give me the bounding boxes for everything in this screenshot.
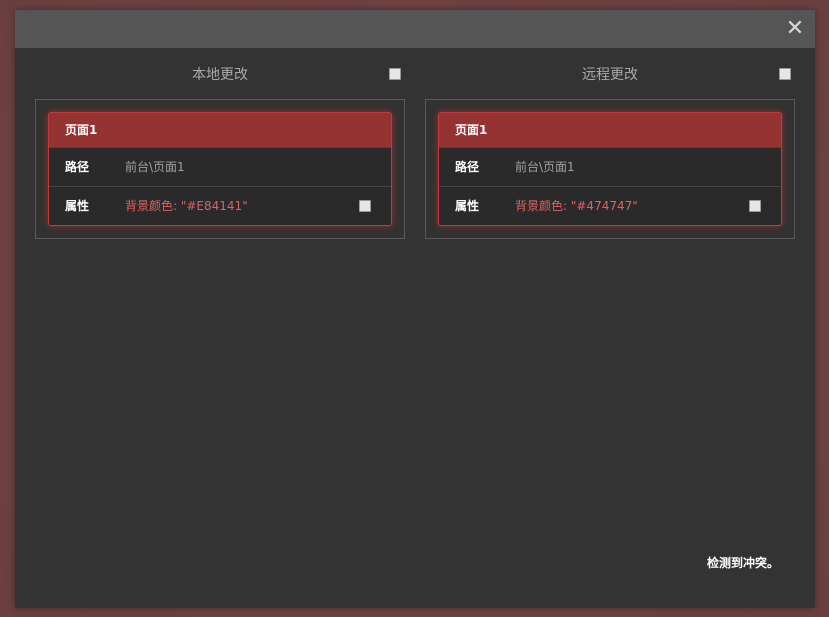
local-property-value: 背景颜色: "#E84141" [125,199,248,213]
local-card-title: 页面1 [49,113,391,147]
remote-change-card: 页面1 路径 前台\页面1 属性 背景颜色: "#474747" [438,112,782,226]
local-change-card: 页面1 路径 前台\页面1 属性 背景颜色: "#E84141" [48,112,392,226]
dialog-titlebar: ✕ [15,10,815,48]
local-select-all-checkbox[interactable] [389,68,401,80]
remote-changes-title: 远程更改 [582,67,638,83]
remote-path-value: 前台\页面1 [515,160,575,174]
remote-property-label: 属性 [455,199,480,213]
remote-property-checkbox[interactable] [749,200,761,212]
conflict-dialog: ✕ 本地更改 页面1 路径 前台\页面1 属性 背景颜色: "#E84141" … [15,10,815,608]
local-changes-header: 本地更改 [35,65,405,85]
local-property-row: 属性 背景颜色: "#E84141" [49,186,391,225]
local-path-value: 前台\页面1 [125,160,185,174]
local-property-label: 属性 [65,199,90,213]
close-icon[interactable]: ✕ [781,15,809,43]
conflict-status-text: 检测到冲突。 [706,556,779,570]
remote-select-all-checkbox[interactable] [779,68,791,80]
remote-changes-panel: 页面1 路径 前台\页面1 属性 背景颜色: "#474747" [425,99,795,239]
local-property-checkbox[interactable] [359,200,371,212]
remote-path-row: 路径 前台\页面1 [439,147,781,186]
remote-property-value: 背景颜色: "#474747" [515,199,638,213]
local-path-row: 路径 前台\页面1 [49,147,391,186]
remote-path-label: 路径 [455,160,480,174]
remote-changes-header: 远程更改 [425,65,795,85]
local-path-label: 路径 [65,160,90,174]
remote-card-title: 页面1 [439,113,781,147]
local-changes-title: 本地更改 [192,67,248,83]
local-changes-panel: 页面1 路径 前台\页面1 属性 背景颜色: "#E84141" [35,99,405,239]
remote-property-row: 属性 背景颜色: "#474747" [439,186,781,225]
